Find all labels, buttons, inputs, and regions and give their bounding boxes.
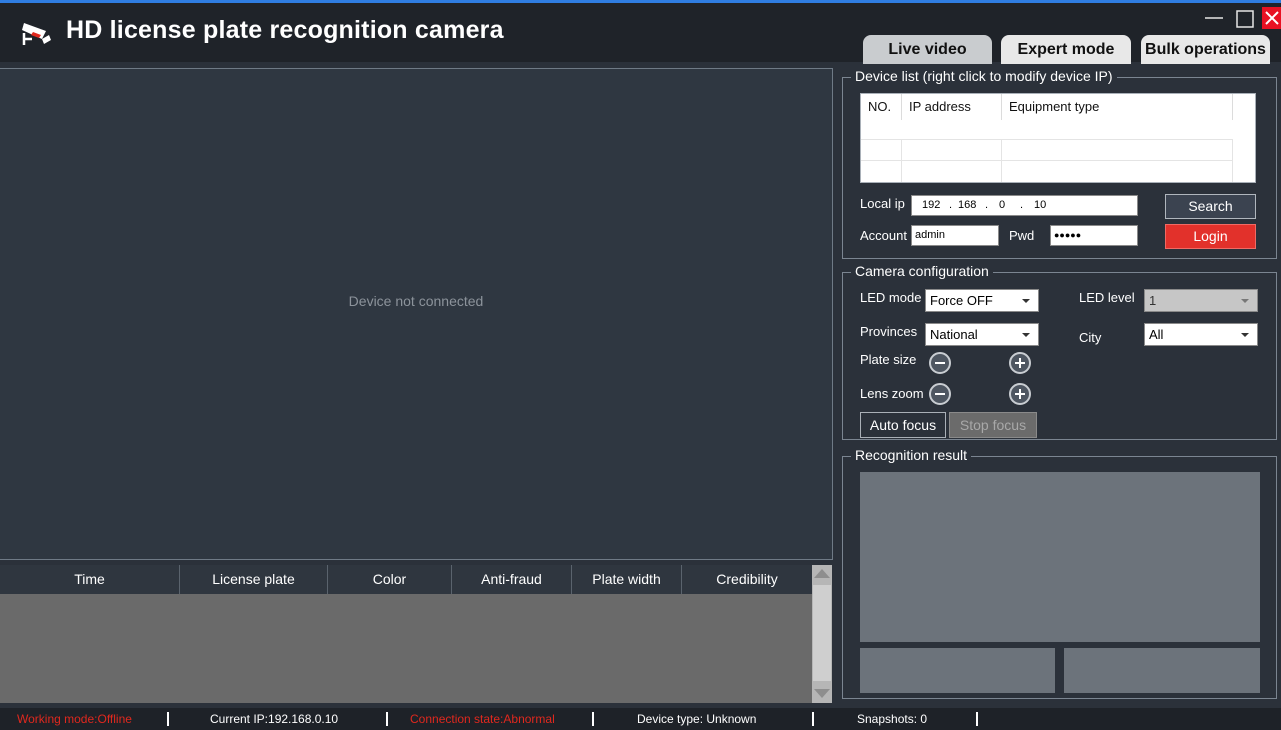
column-header-license-plate[interactable]: License plate — [180, 565, 328, 594]
status-bar: Working mode:Offline Current IP:192.168.… — [0, 708, 1281, 730]
plate-binary-image — [1064, 648, 1260, 693]
status-divider — [976, 712, 978, 726]
scroll-down-icon[interactable] — [814, 689, 830, 698]
provinces-label: Provinces — [860, 324, 918, 339]
scroll-up-icon[interactable] — [814, 569, 830, 578]
results-table-header: Time License plate Color Anti-fraud Plat… — [0, 565, 812, 594]
device-type-status: Device type: Unknown — [637, 712, 757, 726]
minimize-icon — [1205, 17, 1223, 19]
column-header-plate-width[interactable]: Plate width — [572, 565, 682, 594]
chevron-down-icon — [1022, 299, 1030, 303]
search-button[interactable]: Search — [1165, 194, 1256, 219]
provinces-value: National — [930, 327, 978, 342]
chevron-down-icon — [1241, 299, 1249, 303]
minimize-button[interactable] — [1203, 7, 1225, 29]
account-label: Account — [860, 228, 907, 243]
status-divider — [167, 712, 169, 726]
status-divider — [592, 712, 594, 726]
lens-zoom-label: Lens zoom — [860, 386, 924, 401]
title-bar: HD license plate recognition camera Live… — [0, 0, 1281, 64]
connection-state-status: Connection state:Abnormal — [410, 712, 555, 726]
local-ip-field[interactable]: 192 . 168 . 0 . 10 — [911, 195, 1138, 216]
ip-octet-1: 192 — [922, 199, 941, 211]
ip-octet-3: 0 — [999, 199, 1006, 211]
auto-focus-button[interactable]: Auto focus — [860, 412, 946, 438]
status-divider — [812, 712, 814, 726]
plate-size-label: Plate size — [860, 352, 917, 367]
stop-focus-button[interactable]: Stop focus — [949, 412, 1037, 438]
current-ip-status: Current IP:192.168.0.10 — [210, 712, 339, 726]
camera-icon — [22, 23, 51, 45]
device-list-legend: Device list (right click to modify devic… — [851, 68, 1117, 84]
results-scrollbar[interactable] — [812, 565, 832, 703]
lens-zoom-out-button[interactable] — [929, 383, 951, 405]
chevron-down-icon — [1022, 333, 1030, 337]
video-display[interactable]: Device not connected — [0, 68, 833, 560]
tab-expert-mode[interactable]: Expert mode — [1001, 35, 1131, 64]
plate-crop-image — [860, 648, 1055, 693]
maximize-icon — [1236, 10, 1254, 28]
column-header-ip-address[interactable]: IP address — [902, 94, 1002, 120]
column-header-color[interactable]: Color — [328, 565, 452, 594]
city-label: City — [1079, 330, 1102, 345]
tab-live-video[interactable]: Live video — [863, 35, 992, 64]
password-field[interactable]: ●●●●● — [1050, 225, 1138, 246]
scrollbar-thumb[interactable] — [813, 585, 831, 681]
camera-configuration-legend: Camera configuration — [851, 263, 993, 279]
pwd-label: Pwd — [1009, 228, 1035, 243]
ip-octet-4: 10 — [1034, 199, 1047, 211]
led-level-label: LED level — [1079, 290, 1135, 305]
minus-icon — [935, 393, 945, 395]
recognition-result-legend: Recognition result — [851, 447, 972, 463]
close-button[interactable] — [1262, 7, 1281, 29]
device-list-empty-row — [861, 160, 1233, 182]
led-mode-label: LED mode — [860, 290, 922, 305]
led-level-select[interactable]: 1 — [1144, 289, 1258, 312]
plate-size-decrease-button[interactable] — [929, 352, 951, 374]
plate-size-increase-button[interactable] — [1009, 352, 1031, 374]
login-button[interactable]: Login — [1165, 224, 1256, 249]
column-header-no[interactable]: NO. — [861, 94, 902, 120]
snapshots-status: Snapshots: 0 — [857, 712, 928, 726]
column-header-credibility[interactable]: Credibility — [682, 565, 812, 594]
results-table[interactable]: Time License plate Color Anti-fraud Plat… — [0, 565, 832, 703]
column-header-time[interactable]: Time — [0, 565, 180, 594]
video-status-text: Device not connected — [348, 293, 484, 309]
maximize-button[interactable] — [1234, 7, 1256, 29]
account-field[interactable]: admin — [911, 225, 999, 246]
chevron-down-icon — [1241, 333, 1249, 337]
status-divider — [386, 712, 388, 726]
device-list-group: Device list (right click to modify devic… — [842, 68, 1277, 259]
app-title: HD license plate recognition camera — [66, 16, 504, 44]
city-select[interactable]: All — [1144, 323, 1258, 346]
led-level-value: 1 — [1149, 293, 1157, 308]
device-list-empty-row — [861, 139, 1233, 161]
recognition-snapshot-image — [860, 472, 1260, 642]
led-mode-select[interactable]: Force OFF — [925, 289, 1039, 312]
led-mode-value: Force OFF — [930, 293, 993, 308]
camera-configuration-group: Camera configuration LED mode Force OFF … — [842, 263, 1277, 440]
local-ip-label: Local ip — [860, 196, 905, 211]
provinces-select[interactable]: National — [925, 323, 1039, 346]
close-icon — [1265, 11, 1279, 25]
city-value: All — [1149, 327, 1164, 342]
working-mode-status: Working mode:Offline — [17, 712, 132, 726]
app-window: HD license plate recognition camera Live… — [0, 0, 1281, 730]
column-header-equipment-type[interactable]: Equipment type — [1002, 94, 1233, 120]
minus-icon — [935, 362, 945, 364]
tab-bulk-operations[interactable]: Bulk operations — [1141, 35, 1270, 64]
ip-octet-2: 168 — [958, 199, 977, 211]
lens-zoom-in-button[interactable] — [1009, 383, 1031, 405]
device-list-table[interactable]: NO. IP address Equipment type — [860, 93, 1256, 183]
recognition-result-group: Recognition result — [842, 447, 1277, 699]
column-header-anti-fraud[interactable]: Anti-fraud — [452, 565, 572, 594]
